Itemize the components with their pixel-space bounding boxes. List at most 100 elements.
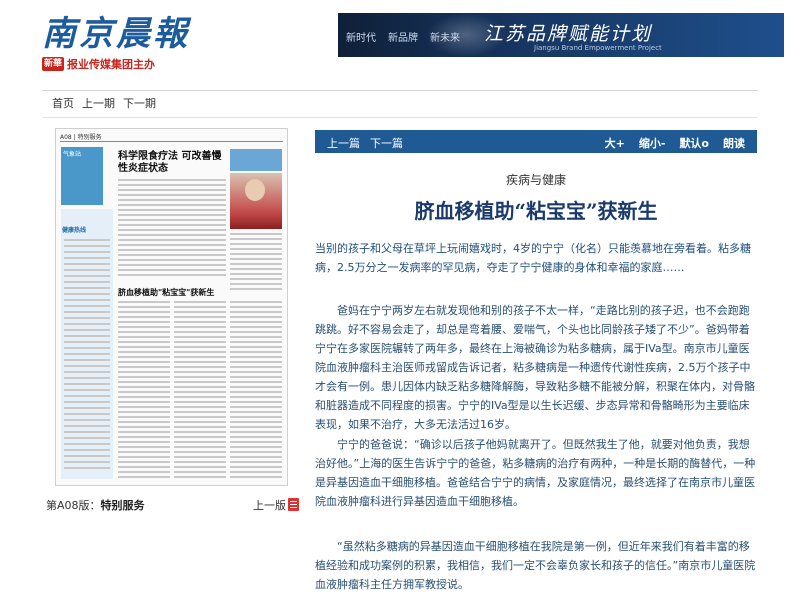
thumbnail-text-line [64, 245, 110, 247]
thumbnail-text-line [118, 366, 170, 368]
ad-tag: 新时代 [346, 33, 376, 44]
thumbnail-text-line [174, 306, 226, 308]
thumbnail-text-line [64, 329, 110, 331]
thumbnail-text-line [230, 426, 282, 428]
thumbnail-text-line [64, 275, 110, 277]
thumbnail-text-line [64, 461, 110, 463]
thumbnail-text-line [118, 199, 226, 201]
thumbnail-text-line [118, 436, 170, 438]
nav-home-link[interactable]: 首页 [52, 95, 74, 111]
thumbnail-text-line [64, 263, 110, 265]
thumbnail-text-line [174, 436, 226, 438]
thumbnail-text-line [174, 351, 226, 353]
ad-tag: 新品牌 [388, 33, 418, 44]
page-thumbnail[interactable]: A08 | 特别服务 气象站 健康热线 科学限食疗法 可改善慢性炎症状态 脐血移… [55, 128, 288, 486]
thumbnail-text-line [118, 194, 226, 196]
ad-banner[interactable]: 新时代 新品牌 新未来 江苏品牌赋能计划 Jiangsu Brand Empow… [338, 13, 784, 57]
thumbnail-text-line [174, 336, 226, 338]
prev-page-link[interactable]: 上一版 [253, 497, 286, 513]
nav-next-issue-link[interactable]: 下一期 [123, 95, 156, 111]
thumbnail-text-line [118, 471, 170, 473]
thumbnail-text-line [230, 351, 282, 353]
ad-tag: 新未来 [430, 33, 460, 44]
thumbnail-text-line [118, 239, 226, 241]
thumbnail-text-line [230, 346, 282, 348]
zoom-in-button[interactable]: 大+ [605, 135, 625, 151]
thumbnail-text-line [118, 391, 170, 393]
thumbnail-text-line [230, 326, 282, 328]
thumbnail-text-line [118, 381, 170, 383]
thumbnail-text-line [230, 306, 282, 308]
thumbnail-text-line [230, 406, 282, 408]
thumbnail-text-line [230, 336, 282, 338]
thumbnail-text-line [118, 361, 170, 363]
thumbnail-text-line [64, 239, 110, 241]
ad-subtitle: Jiangsu Brand Empowerment Project [534, 44, 662, 52]
thumbnail-text-line [230, 316, 282, 318]
thumbnail-text-line [230, 401, 282, 403]
thumbnail-text-line [118, 229, 226, 231]
thumbnail-text-line [230, 391, 282, 393]
article-nav: 上一篇 下一篇 [327, 135, 403, 151]
thumbnail-text-line [230, 376, 282, 378]
thumbnail-text-line [230, 311, 282, 313]
thumbnail-text-line [64, 257, 110, 259]
article-kicker: 疾病与健康 [505, 173, 566, 187]
thumbnail-text-line [230, 371, 282, 373]
thumbnail-text-line [174, 476, 226, 478]
thumbnail-text-line [64, 323, 110, 325]
thumbnail-text-line [64, 299, 110, 301]
pdf-icon[interactable] [288, 498, 299, 511]
thumbnail-text-line [64, 335, 110, 337]
issue-nav: 首页 上一期 下一期 [52, 95, 164, 111]
read-aloud-button[interactable]: 朗读 [723, 135, 745, 151]
thumbnail-text-line [118, 386, 170, 388]
thumbnail-text-line [64, 437, 110, 439]
newspaper-logo[interactable]: 南京晨報 [42, 6, 190, 55]
thumbnail-text-line [64, 419, 110, 421]
default-size-button[interactable]: 默认o [679, 135, 709, 151]
thumbnail-text-line [230, 446, 282, 448]
thumbnail-text-line [118, 331, 170, 333]
thumbnail-text-line [230, 381, 282, 383]
thumbnail-text-line [64, 443, 110, 445]
prev-article-link[interactable]: 上一篇 [327, 135, 360, 151]
thumbnail-text-line [174, 341, 226, 343]
thumbnail-text-line [230, 321, 282, 323]
thumbnail-text-line [230, 253, 282, 255]
thumbnail-text-line [230, 331, 282, 333]
thumbnail-text-line [118, 219, 226, 221]
thumbnail-article-link[interactable]: 脐血移植助"粘宝宝"获新生 [118, 287, 228, 298]
next-article-link[interactable]: 下一篇 [370, 135, 403, 151]
thumbnail-text-line [118, 446, 170, 448]
thumbnail-text-line [174, 396, 226, 398]
thumbnail-text-line [118, 189, 226, 191]
thumbnail-text-line [174, 461, 226, 463]
zoom-out-button[interactable]: 缩小- [639, 135, 666, 151]
thumbnail-text-line [118, 326, 170, 328]
ad-tags: 新时代 新品牌 新未来 [346, 29, 460, 44]
article-title: 脐血移植助“粘宝宝”获新生 [414, 199, 658, 223]
thumbnail-text-line [230, 416, 282, 418]
thumbnail-text-line [230, 431, 282, 433]
thumbnail-text-line [64, 311, 110, 313]
thumbnail-text-line [118, 254, 226, 256]
thumbnail-text-line [230, 386, 282, 388]
thumbnail-text-line [64, 449, 110, 451]
thumbnail-text-line [174, 366, 226, 368]
thumbnail-text-line [118, 341, 170, 343]
thumbnail-text-line [118, 346, 170, 348]
article-paragraph: “虽然粘多糖病的异基因造血干细胞移植在我院是第一例，但近年来我们有着丰富的移植经… [315, 540, 756, 591]
thumbnail-text-line [174, 376, 226, 378]
thumbnail-text-line [118, 416, 170, 418]
page-caption-name[interactable]: 特别服务 [101, 499, 145, 512]
thumbnail-text-line [230, 273, 282, 275]
nav-prev-issue-link[interactable]: 上一期 [82, 95, 115, 111]
thumbnail-text-line [118, 461, 170, 463]
thumbnail-text-line [64, 383, 110, 385]
thumbnail-text-line [230, 263, 282, 265]
thumbnail-text-line [118, 269, 226, 271]
thumbnail-text-line [230, 436, 282, 438]
thumbnail-article-link[interactable]: 科学限食疗法 可改善慢性炎症状态 [118, 151, 228, 175]
thumbnail-text-line [118, 451, 170, 453]
